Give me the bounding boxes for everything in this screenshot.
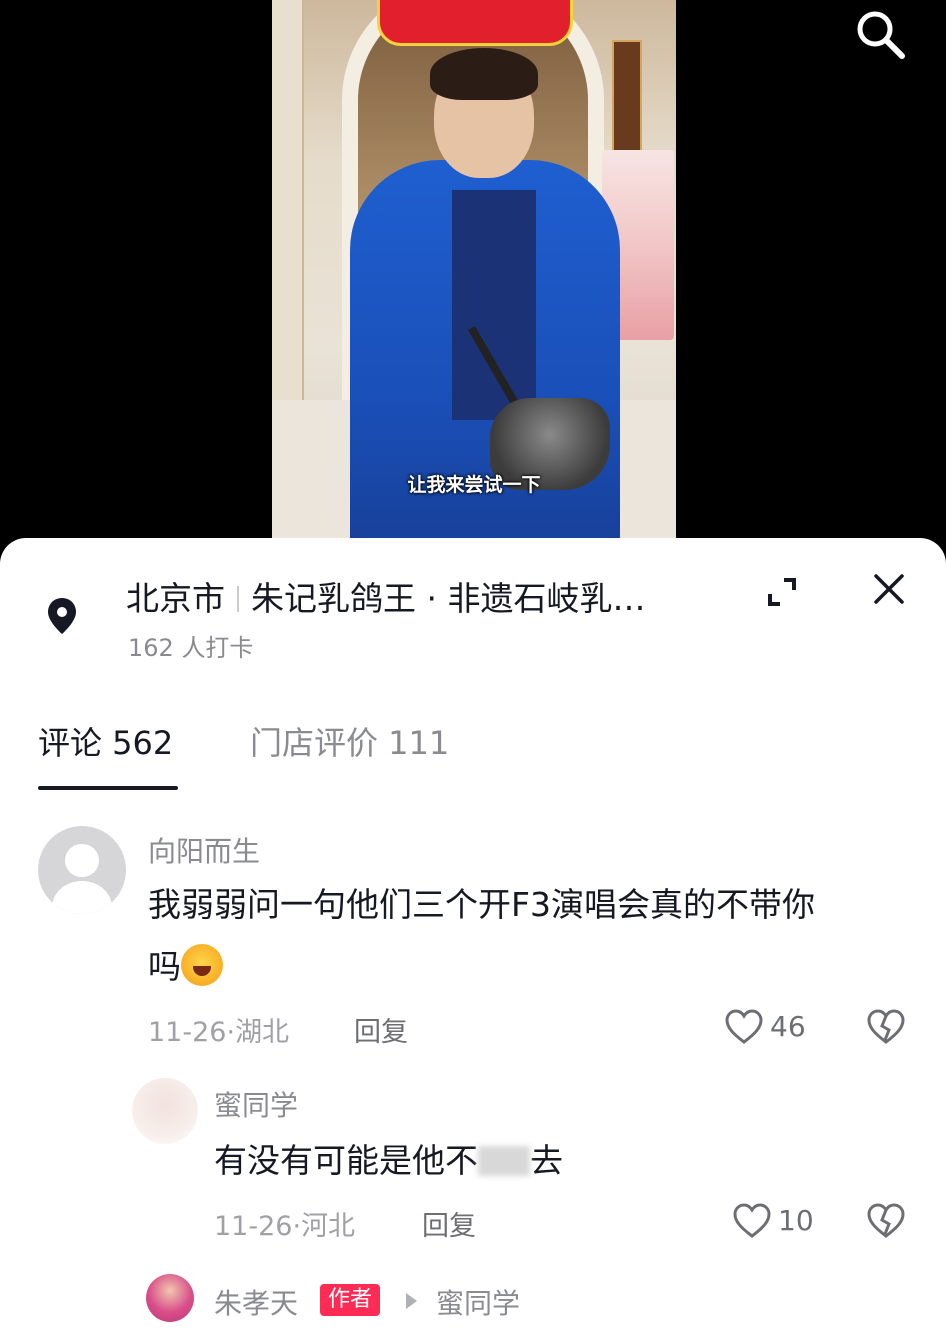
avatar[interactable] — [132, 1078, 198, 1144]
search-icon[interactable] — [850, 4, 910, 64]
broken-heart-icon[interactable] — [866, 1202, 906, 1240]
video-person-hair — [430, 48, 538, 100]
location-title[interactable]: 北京市 朱记乳鸽王 · 非遗石岐乳… — [126, 572, 746, 620]
comment-text-start: 有没有可能是他不 — [214, 1141, 478, 1180]
close-icon[interactable] — [870, 570, 908, 608]
like-count: 46 — [770, 1010, 806, 1043]
author-badge: 作者 — [320, 1284, 381, 1316]
comment-text[interactable]: 有没有可能是他不 去 — [214, 1130, 914, 1192]
reply-target-username[interactable]: 蜜同学 — [436, 1282, 520, 1322]
comment-region: 湖北 — [235, 1017, 290, 1048]
meta-dot: · — [292, 1211, 302, 1242]
comment-text-tail: 吗 — [148, 947, 181, 986]
expand-icon[interactable] — [764, 574, 800, 610]
tab-active-indicator — [38, 786, 178, 790]
video-person-shirt — [452, 190, 536, 420]
avatar[interactable] — [38, 826, 126, 914]
location-city: 北京市 — [126, 579, 225, 618]
app-root: 让我来尝试一下 北京市 朱记乳鸽王 · 非遗石岐乳… 162 人打卡 评论 56… — [0, 0, 946, 1343]
video-player[interactable]: 让我来尝试一下 — [0, 0, 946, 560]
comment-username[interactable]: 蜜同学 — [214, 1084, 298, 1124]
comment-text[interactable]: 我弱弱问一句他们三个开F3演唱会真的不带你 吗 — [148, 874, 908, 998]
location-store-name: 朱记乳鸽王 · 非遗石岐乳… — [251, 579, 646, 618]
comment-date: 11-26 — [148, 1017, 227, 1048]
comment-tabs: 评论 562 门店评价 111 — [0, 718, 946, 794]
meta-dot: · — [226, 1017, 236, 1048]
comment-meta: 11-26·河北 — [214, 1204, 355, 1243]
video-frame[interactable]: 让我来尝试一下 — [272, 0, 676, 540]
like-count: 10 — [778, 1204, 814, 1237]
comment-date: 11-26 — [214, 1211, 293, 1242]
reply-button[interactable]: 回复 — [354, 1010, 408, 1049]
comment-username[interactable]: 朱孝天 — [214, 1282, 298, 1322]
video-scene-pillar — [272, 0, 304, 420]
comment-meta: 11-26·湖北 — [148, 1010, 289, 1049]
comment-username[interactable]: 向阳而生 — [148, 830, 260, 870]
comment-sheet: 北京市 朱记乳鸽王 · 非遗石岐乳… 162 人打卡 评论 562 门店评价 11… — [0, 538, 946, 1343]
video-scene-store-sign — [377, 0, 573, 46]
location-pin-icon — [44, 596, 80, 636]
reply-arrow-icon — [406, 1293, 417, 1309]
like-button[interactable]: 46 — [724, 1008, 824, 1048]
broken-heart-icon[interactable] — [866, 1008, 906, 1046]
laughing-crying-emoji-icon — [181, 944, 223, 986]
comment-text-end: 去 — [530, 1141, 563, 1180]
reply-button[interactable]: 回复 — [422, 1204, 476, 1243]
comment-text-line-end: 吗 — [148, 936, 908, 998]
tab-comments[interactable]: 评论 562 — [38, 718, 173, 764]
tab-store-reviews[interactable]: 门店评价 111 — [250, 718, 449, 764]
comment-region: 河北 — [301, 1211, 356, 1242]
like-button[interactable]: 10 — [732, 1202, 832, 1242]
blurred-text-patch — [478, 1146, 530, 1176]
author-avatar[interactable] — [146, 1274, 194, 1322]
heart-icon — [725, 1009, 763, 1044]
comment-text-line: 我弱弱问一句他们三个开F3演唱会真的不带你 — [148, 885, 815, 924]
checkin-count: 162 人打卡 — [128, 634, 254, 662]
video-subtitle: 让我来尝试一下 — [407, 474, 541, 496]
location-separator — [237, 586, 239, 612]
heart-icon — [733, 1203, 771, 1238]
